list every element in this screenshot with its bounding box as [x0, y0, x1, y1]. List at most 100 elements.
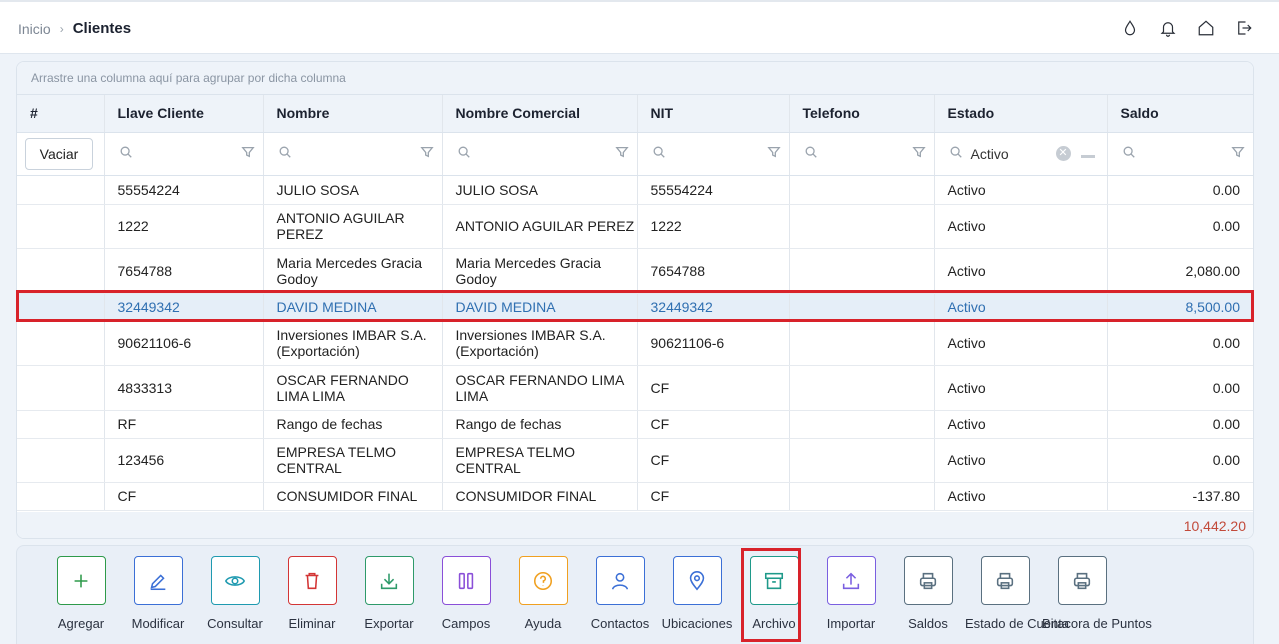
table-row[interactable]: 32449342 DAVID MEDINA DAVID MEDINA 32449342…: [17, 293, 1253, 322]
campos-button[interactable]: Campos: [426, 556, 506, 632]
upload-icon[interactable]: [826, 556, 876, 605]
table-row[interactable]: 7654788 Maria Mercedes Gracia Godoy Maria …: [17, 248, 1253, 294]
table-row[interactable]: CF CONSUMIDOR FINAL CONSUMIDOR FINAL CF Acti…: [17, 482, 1253, 511]
filter-comercial[interactable]: [442, 132, 638, 176]
bell-icon[interactable]: [1159, 18, 1177, 38]
filter-llave[interactable]: [104, 132, 264, 176]
trash-icon[interactable]: [287, 556, 337, 605]
clear-filter-icon[interactable]: ✕: [1055, 146, 1071, 161]
eliminar-label: Eliminar: [288, 616, 336, 631]
pencil-icon[interactable]: [133, 556, 183, 605]
table-row[interactable]: 4833313 OSCAR FERNANDO LIMA LIMA OSCAR FER…: [17, 365, 1253, 411]
saldos-button[interactable]: Saldos: [888, 556, 968, 632]
filter-funnel-icon[interactable]: [766, 145, 781, 162]
estado-cell: Activo: [934, 321, 1108, 366]
archivo-button[interactable]: Archivo: [734, 556, 814, 632]
filter-saldo[interactable]: [1107, 132, 1253, 176]
map-pin-icon[interactable]: [672, 556, 722, 605]
table-row[interactable]: 55554224 JULIO SOSA JULIO SOSA 55554224 Acti…: [17, 175, 1253, 205]
estado-cell: Activo: [934, 365, 1108, 411]
nombre-cell: Rango de fechas: [263, 410, 443, 439]
consultar-label: Consultar: [207, 616, 263, 631]
water-drop-icon[interactable]: [1121, 18, 1139, 38]
nombre-cell: ANTONIO AGUILAR PEREZ: [263, 204, 443, 249]
estado-cell: Activo: [934, 175, 1108, 205]
exportar-button[interactable]: Exportar: [349, 556, 429, 632]
estado-filter-value[interactable]: Activo: [971, 146, 1056, 162]
row-number-cell: [17, 482, 105, 511]
consultar-button[interactable]: Consultar: [195, 556, 275, 632]
filter-nombre[interactable]: [263, 132, 443, 176]
llave-cell: 90621106-6: [104, 321, 264, 366]
table-row[interactable]: 123456 EMPRESA TELMO CENTRAL EMPRESA TELMO…: [17, 438, 1253, 483]
user-icon[interactable]: [595, 556, 645, 605]
column-header-nit[interactable]: NIT: [637, 95, 790, 133]
breadcrumb-home[interactable]: Inicio: [18, 21, 51, 37]
ayuda-button[interactable]: Ayuda: [503, 556, 583, 632]
filter-funnel-icon[interactable]: [614, 145, 629, 162]
filter-funnel-icon[interactable]: [419, 145, 434, 162]
llave-cell: 7654788: [104, 248, 264, 294]
modificar-button[interactable]: Modificar: [118, 556, 198, 632]
bitacora-de-puntos-button[interactable]: Bitacora de Puntos: [1042, 556, 1152, 632]
telefono-cell: [789, 321, 935, 366]
table-row[interactable]: 1222 ANTONIO AGUILAR PEREZ ANTONIO AGUILAR…: [17, 204, 1253, 249]
modificar-label: Modificar: [131, 616, 185, 631]
filter-operator-icon[interactable]: [1080, 155, 1095, 158]
filter-funnel-icon[interactable]: [240, 145, 255, 162]
eye-icon[interactable]: [210, 556, 260, 605]
column-header-llave[interactable]: Llave Cliente: [104, 95, 264, 133]
bitacora-de-puntos-label: Bitacora de Puntos: [1042, 616, 1152, 631]
eliminar-button[interactable]: Eliminar: [272, 556, 352, 632]
archive-icon[interactable]: [749, 556, 799, 605]
estado-cell: Activo: [934, 410, 1108, 439]
table-row[interactable]: 90621106-6 Inversiones IMBAR S.A. (Export…: [17, 321, 1253, 366]
search-icon: [804, 145, 818, 162]
agregar-button[interactable]: Agregar: [41, 556, 121, 632]
search-icon: [949, 145, 963, 162]
column-header-comercial[interactable]: Nombre Comercial: [442, 95, 638, 133]
logout-icon[interactable]: [1235, 18, 1253, 38]
contactos-button[interactable]: Contactos: [580, 556, 660, 632]
row-number-cell: [17, 438, 105, 483]
telefono-cell: [789, 204, 935, 249]
filter-estado[interactable]: Activo ✕: [934, 132, 1108, 176]
column-header-saldo[interactable]: Saldo: [1107, 95, 1253, 133]
download-icon[interactable]: [364, 556, 414, 605]
saldo-cell: 0.00: [1107, 321, 1253, 366]
nit-cell: CF: [637, 365, 790, 411]
ayuda-label: Ayuda: [524, 616, 562, 631]
nombre-cell: OSCAR FERNANDO LIMA LIMA: [263, 365, 443, 411]
home-icon[interactable]: [1197, 18, 1215, 38]
search-icon: [119, 145, 133, 162]
table-row[interactable]: RF Rango de fechas Rango de fechas CF Activo…: [17, 410, 1253, 439]
filter-funnel-icon[interactable]: [1231, 145, 1245, 162]
exportar-label: Exportar: [364, 616, 414, 631]
importar-button[interactable]: Importar: [811, 556, 891, 632]
telefono-cell: [789, 410, 935, 439]
ubicaciones-button[interactable]: Ubicaciones: [657, 556, 737, 632]
column-header-nombre[interactable]: Nombre: [263, 95, 443, 133]
nombre-cell: JULIO SOSA: [263, 175, 443, 205]
filter-telefono[interactable]: [789, 132, 935, 176]
group-panel[interactable]: Arrastre una columna aquí para agrupar p…: [17, 62, 1253, 95]
estado-de-cuenta-button[interactable]: Estado de Cuenta: [965, 556, 1069, 632]
printer-icon[interactable]: [980, 556, 1030, 605]
help-circle-icon[interactable]: [518, 556, 568, 605]
nombre-cell: Maria Mercedes Gracia Godoy: [263, 248, 443, 294]
printer-icon[interactable]: [1057, 556, 1107, 605]
row-number-cell: [17, 204, 105, 249]
printer-icon[interactable]: [903, 556, 953, 605]
ubicaciones-label: Ubicaciones: [661, 616, 733, 631]
columns-icon[interactable]: [441, 556, 491, 605]
clear-filters-button[interactable]: Vaciar: [25, 137, 93, 170]
filter-funnel-icon[interactable]: [911, 145, 926, 162]
comercial-cell: CONSUMIDOR FINAL: [442, 482, 638, 511]
column-header-number[interactable]: #: [17, 95, 105, 133]
estado-cell: Activo: [934, 204, 1108, 249]
column-header-telefono[interactable]: Telefono: [789, 95, 935, 133]
column-header-estado[interactable]: Estado: [934, 95, 1108, 133]
plus-icon[interactable]: [56, 556, 106, 605]
search-icon: [457, 145, 471, 162]
filter-nit[interactable]: [637, 132, 790, 176]
